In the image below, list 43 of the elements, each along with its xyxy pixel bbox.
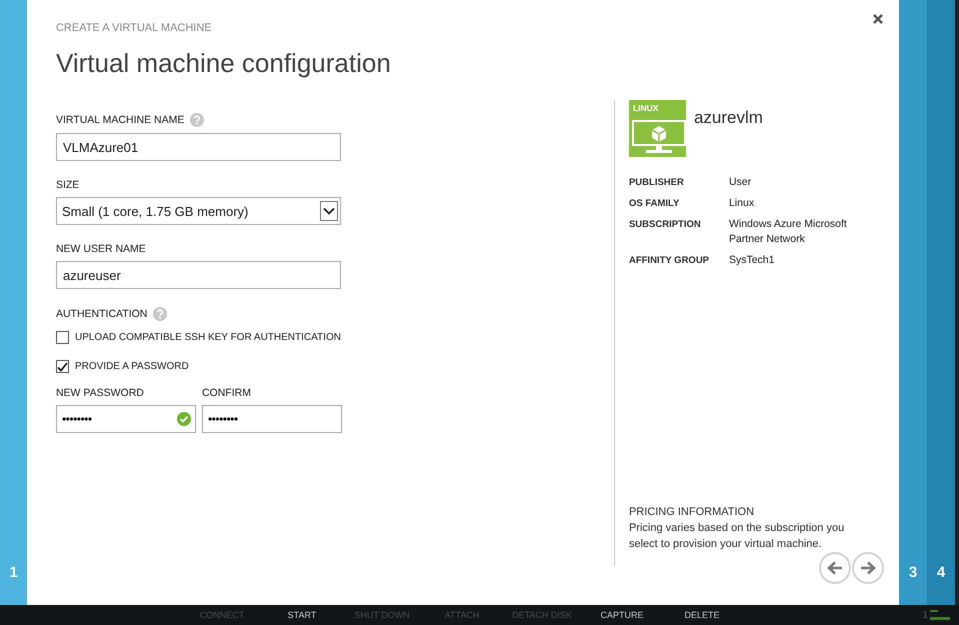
field-label: NEW USER NAME xyxy=(56,243,146,255)
vm-name-field[interactable]: VLMAzure01 xyxy=(56,133,341,161)
property-label: AFFINITY GROUP xyxy=(628,255,710,268)
property-value: User xyxy=(728,175,752,190)
os-label: LINUX xyxy=(632,103,658,113)
check-icon xyxy=(176,412,191,426)
field-label: AUTHENTICATION xyxy=(56,308,148,320)
next-button[interactable] xyxy=(852,552,884,584)
dialog-title: Virtual machine configuration xyxy=(56,48,392,79)
command-button[interactable]: DELETE xyxy=(662,610,742,620)
size-dropdown[interactable]: Small (1 core, 1.75 GB memory) xyxy=(56,197,341,225)
list-icon[interactable] xyxy=(930,610,950,620)
field-label: NEW PASSWORD xyxy=(56,387,144,399)
pricing-heading: PRICING INFORMATION xyxy=(628,506,756,518)
left-arrow-icon xyxy=(827,561,844,575)
password-field[interactable]: •••••••• xyxy=(56,405,196,433)
property-value: Linux xyxy=(728,196,756,211)
close-button[interactable] xyxy=(871,12,886,26)
caret-icon xyxy=(322,207,335,215)
back-button[interactable] xyxy=(819,552,852,584)
property-label: OS FAMILY xyxy=(628,198,680,211)
checkbox[interactable] xyxy=(56,331,69,344)
checkbox-label[interactable]: UPLOAD COMPATIBLE SSH KEY FOR AUTHENTICATION xyxy=(74,332,341,343)
password-field[interactable]: •••••••• xyxy=(202,405,342,433)
checkbox-label[interactable]: PROVIDE A PASSWORD xyxy=(74,361,189,372)
user-name-field[interactable]: azureuser xyxy=(56,261,341,289)
right-arrow-icon xyxy=(860,561,876,575)
property-label: SUBSCRIPTION xyxy=(628,219,702,232)
vm-name: azurevlm xyxy=(694,108,763,129)
field-label: VIRTUAL MACHINE NAME xyxy=(56,114,184,126)
field-label: CONFIRM xyxy=(202,387,251,399)
pricing-text: Pricing varies based on the subscription you select to provision your virtual machine. xyxy=(628,521,846,552)
command-button[interactable]: START xyxy=(262,610,342,620)
wizard-header: CREATE A VIRTUAL MACHINE xyxy=(56,22,213,34)
field-label: SIZE xyxy=(56,179,80,191)
close-icon xyxy=(873,14,884,24)
checkbox[interactable] xyxy=(56,360,69,373)
step-number[interactable]: 4 xyxy=(936,564,946,581)
command-button[interactable]: CAPTURE xyxy=(582,610,662,620)
property-value: SysTech1 xyxy=(728,253,776,268)
property-label: PUBLISHER xyxy=(628,177,685,190)
property-value: Windows Azure Microsoft Partner Network xyxy=(728,217,848,247)
notification-count: 1 xyxy=(922,610,928,620)
